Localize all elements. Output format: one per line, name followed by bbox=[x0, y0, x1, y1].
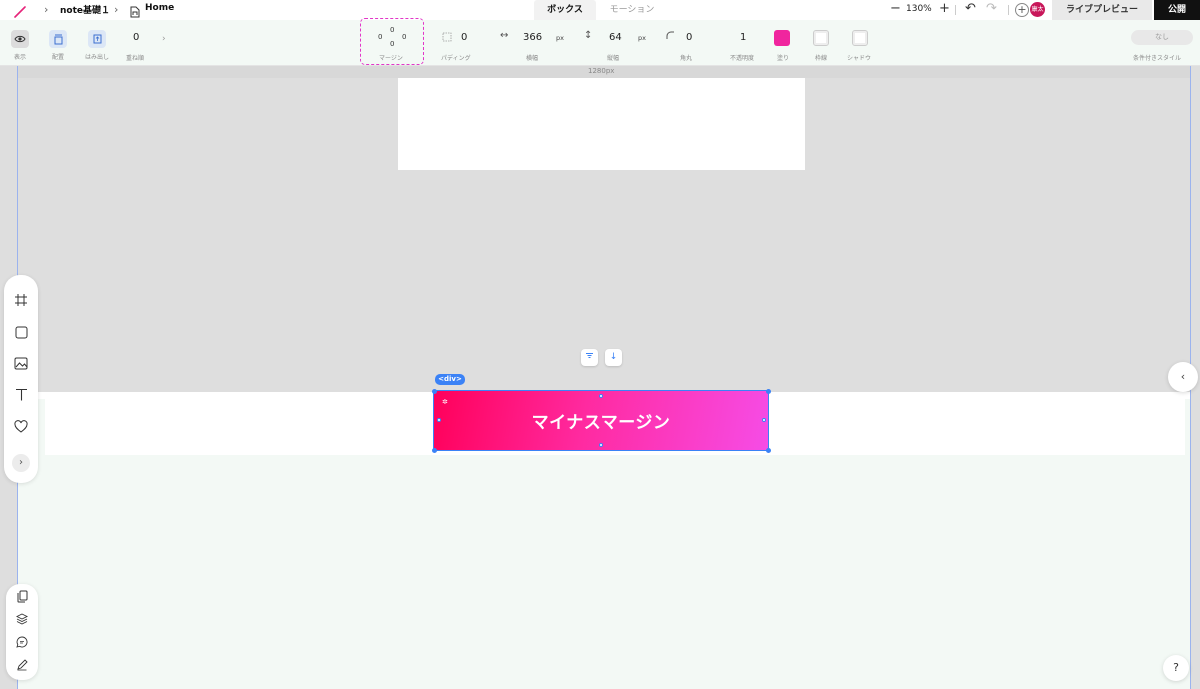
width-unit[interactable]: px bbox=[556, 34, 564, 42]
height-input[interactable]: 64 bbox=[609, 32, 622, 43]
collapse-panel-button[interactable]: ‹ bbox=[1168, 362, 1198, 392]
margin-bottom-value[interactable]: 0 bbox=[390, 40, 394, 48]
height-unit[interactable]: px bbox=[638, 34, 646, 42]
corner-radius-icon bbox=[666, 31, 675, 43]
overflow-label: はみ出し bbox=[84, 54, 109, 61]
zoom-level[interactable]: 130% bbox=[906, 4, 932, 14]
comment-icon[interactable] bbox=[15, 635, 29, 649]
frame-icon[interactable] bbox=[13, 292, 29, 308]
insert-toolbar: › bbox=[4, 275, 38, 483]
border-swatch[interactable] bbox=[813, 30, 829, 46]
padding-label: パディング bbox=[441, 55, 471, 62]
overflow-icon[interactable] bbox=[88, 30, 106, 48]
height-arrow-icon: ↕ bbox=[584, 30, 593, 41]
breadcrumb-project[interactable]: note基礎１ bbox=[60, 3, 110, 16]
box-icon[interactable] bbox=[13, 324, 29, 340]
height-label: 縦幅 bbox=[607, 55, 620, 62]
view-label: 表示 bbox=[13, 54, 26, 61]
help-button[interactable]: ? bbox=[1163, 655, 1189, 681]
zoom-in-button[interactable]: + bbox=[939, 2, 950, 16]
add-collaborator-button[interactable]: + bbox=[1015, 3, 1029, 17]
tab-motion[interactable]: モーション bbox=[596, 0, 668, 20]
margin-right-value[interactable]: 0 bbox=[402, 33, 406, 41]
undo-icon[interactable]: ↶ bbox=[965, 1, 976, 16]
margin-handle[interactable] bbox=[762, 418, 766, 422]
property-bar: 表示 配置 はみ出し 0 重ね順 › 0 0 0 0 マージン 0 パディング … bbox=[0, 18, 1200, 66]
text-icon[interactable] bbox=[13, 386, 29, 402]
tab-box[interactable]: ボックス bbox=[534, 0, 596, 20]
pages-icon[interactable] bbox=[15, 589, 29, 603]
chevron-right-icon: › bbox=[114, 3, 119, 16]
opacity-label: 不透明度 bbox=[730, 55, 755, 62]
resize-handle[interactable] bbox=[432, 389, 437, 394]
overflow-control[interactable]: はみ出し bbox=[84, 30, 110, 61]
chevron-right-icon[interactable]: › bbox=[12, 454, 30, 472]
width-label: 横幅 bbox=[526, 55, 539, 62]
arrange-label: 配置 bbox=[51, 54, 64, 61]
top-bar: › note基礎１ › Home ボックス モーション − 130% + ↶ ↷… bbox=[0, 0, 1200, 20]
zindex-label: 重ね順 bbox=[126, 55, 145, 62]
chevron-right-icon[interactable]: › bbox=[162, 34, 166, 44]
shadow-label: シャドウ bbox=[847, 55, 872, 62]
margin-handle[interactable] bbox=[437, 418, 441, 422]
avatar[interactable]: 康太 bbox=[1030, 2, 1045, 17]
panel-toolbar bbox=[6, 584, 38, 680]
align-icon[interactable] bbox=[581, 349, 598, 366]
arrange-control[interactable]: 配置 bbox=[48, 30, 68, 61]
page-frame-top[interactable] bbox=[398, 78, 805, 170]
opacity-input[interactable]: 1 bbox=[740, 32, 746, 43]
selected-box[interactable]: マイナスマージン bbox=[433, 390, 769, 451]
shadow-swatch[interactable] bbox=[852, 30, 868, 46]
padding-icon bbox=[442, 32, 452, 45]
margin-label: マージン bbox=[379, 55, 403, 62]
pen-icon[interactable] bbox=[15, 658, 29, 672]
border-label: 枠線 bbox=[815, 55, 828, 62]
settings-icon[interactable]: ✲ bbox=[442, 398, 448, 406]
breadcrumb-page[interactable]: Home bbox=[145, 3, 174, 13]
margin-handle[interactable] bbox=[599, 394, 603, 398]
margin-top-value[interactable]: 0 bbox=[390, 26, 394, 34]
view-control[interactable]: 表示 bbox=[10, 30, 30, 61]
divider bbox=[955, 5, 956, 15]
box-text[interactable]: マイナスマージン bbox=[532, 408, 671, 433]
radius-label: 角丸 bbox=[680, 55, 693, 62]
chevron-right-icon: › bbox=[44, 3, 49, 16]
zindex-input[interactable]: 0 bbox=[133, 32, 139, 43]
arrow-down-icon[interactable]: ↓ bbox=[605, 349, 622, 366]
fill-label: 塗り bbox=[777, 55, 790, 62]
canvas-width-label: 1280px bbox=[588, 67, 615, 75]
resize-handle[interactable] bbox=[766, 389, 771, 394]
element-tag[interactable]: <div> bbox=[435, 374, 465, 385]
layers-icon[interactable] bbox=[15, 612, 29, 626]
live-preview-button[interactable]: ライブプレビュー bbox=[1052, 0, 1152, 20]
margin-control[interactable]: 0 0 0 0 マージン bbox=[360, 18, 424, 65]
conditional-style-button[interactable]: なし bbox=[1131, 30, 1193, 45]
divider bbox=[1008, 5, 1009, 15]
width-arrow-icon: ↔ bbox=[500, 30, 509, 41]
resize-handle[interactable] bbox=[766, 448, 771, 453]
margin-left-value[interactable]: 0 bbox=[378, 33, 382, 41]
width-input[interactable]: 366 bbox=[523, 32, 542, 43]
publish-button[interactable]: 公開 bbox=[1154, 0, 1200, 20]
zoom-out-button[interactable]: − bbox=[890, 2, 901, 16]
image-icon[interactable] bbox=[13, 355, 29, 371]
resize-handle[interactable] bbox=[432, 448, 437, 453]
conditional-style-label: 条件付きスタイル bbox=[1133, 55, 1182, 62]
padding-input[interactable]: 0 bbox=[461, 32, 467, 43]
redo-icon[interactable]: ↷ bbox=[986, 1, 997, 16]
arrange-icon[interactable] bbox=[49, 30, 67, 48]
eye-icon[interactable] bbox=[11, 30, 29, 48]
radius-input[interactable]: 0 bbox=[686, 32, 692, 43]
fill-color-swatch[interactable] bbox=[774, 30, 790, 46]
margin-handle[interactable] bbox=[599, 443, 603, 447]
heart-icon[interactable] bbox=[13, 418, 29, 434]
